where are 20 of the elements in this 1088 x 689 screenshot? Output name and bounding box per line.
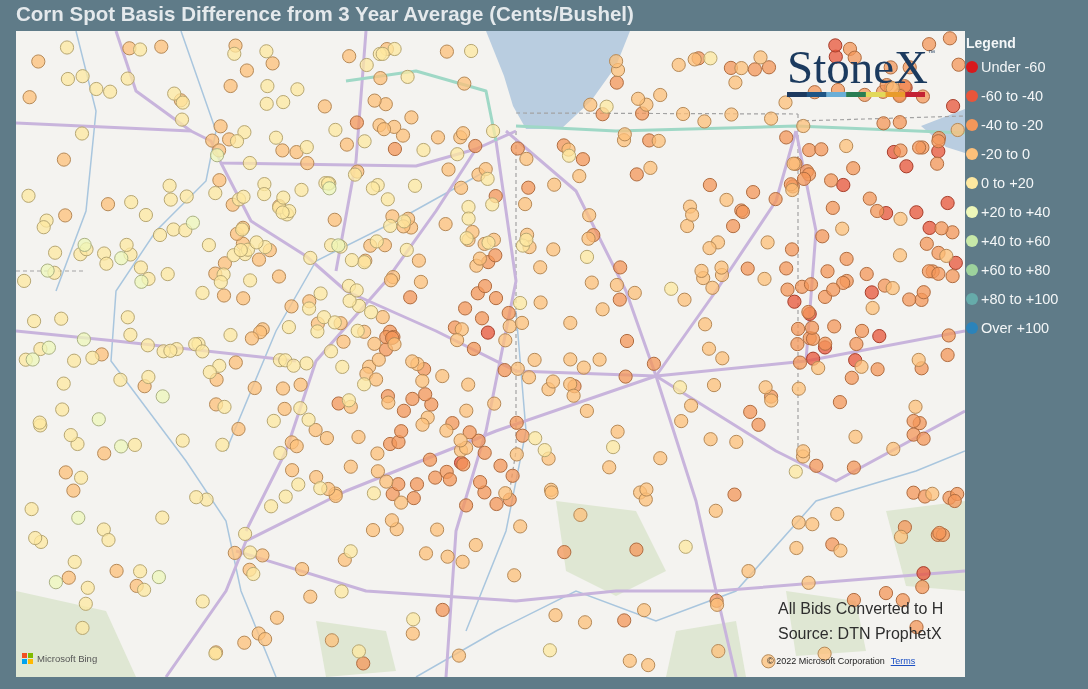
- logo-wordmark: StoneX: [787, 45, 928, 89]
- map-provider-text: Microsoft Bing: [37, 653, 98, 664]
- legend-label: -40 to -20: [981, 116, 1044, 133]
- legend-label: +40 to +60: [981, 232, 1051, 249]
- terms-link[interactable]: Terms: [890, 656, 916, 666]
- map-note: All Bids Converted to H: [778, 599, 944, 619]
- legend-label: Over +100: [981, 319, 1050, 336]
- legend-label: 0 to +20: [981, 174, 1034, 191]
- legend-label: Under -60: [981, 58, 1046, 75]
- legend-label: +60 to +80: [981, 261, 1051, 278]
- legend-label: +80 to +100: [981, 290, 1059, 307]
- copyright-text: © 2022 Microsoft Corporation: [767, 656, 885, 666]
- legend-label: +20 to +40: [981, 203, 1051, 220]
- tile-logo-icon: [22, 653, 33, 664]
- logo-stripe-icon: [787, 92, 925, 97]
- map-note: Source: DTN ProphetX: [778, 624, 942, 644]
- chart-title: Corn Spot Basis Difference from 3 Year Average (Cents/Bushel): [16, 1, 634, 27]
- legend-label: -60 to -40: [981, 87, 1044, 104]
- legend-label: -20 to 0: [981, 145, 1031, 162]
- legend-title: Legend: [966, 34, 1016, 52]
